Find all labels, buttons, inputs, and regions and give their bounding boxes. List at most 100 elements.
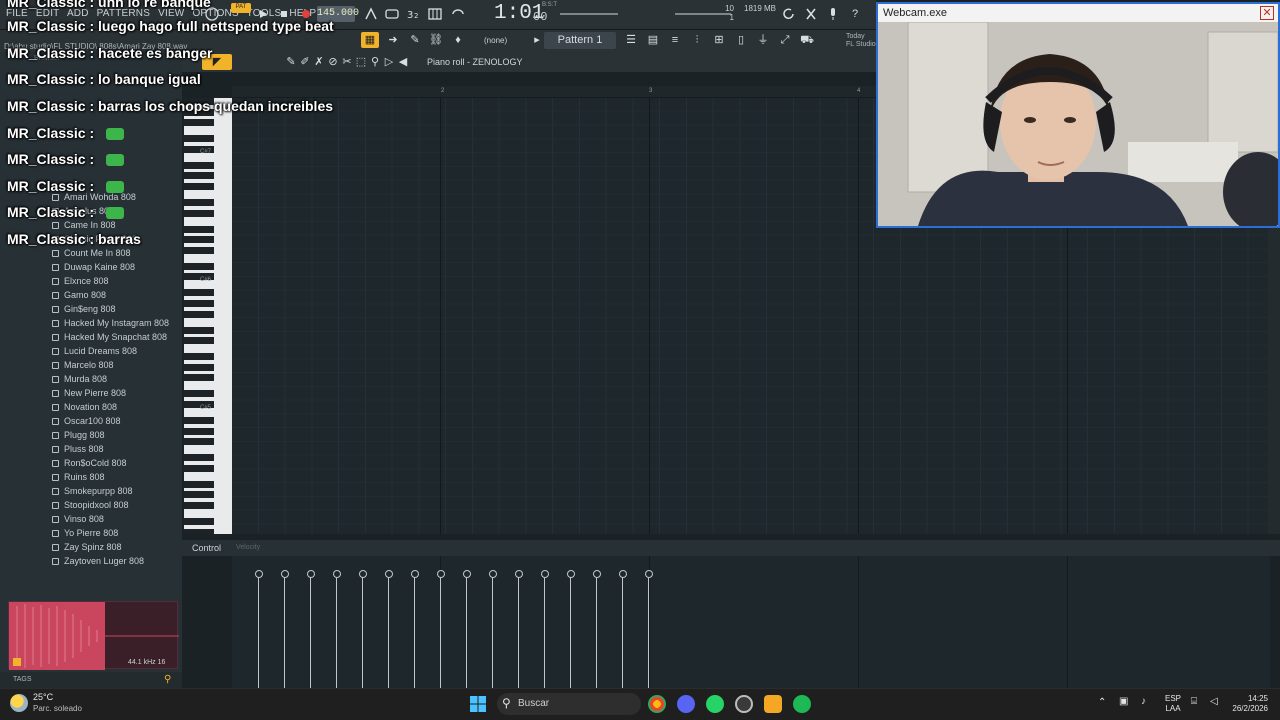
chrome-icon[interactable] <box>648 695 666 713</box>
help-icon[interactable]: ? <box>846 6 864 22</box>
piano-roll-icon[interactable]: ▤ <box>644 32 662 48</box>
black-key[interactable] <box>184 183 214 191</box>
browser-item[interactable]: Zay Spinz 808 <box>0 541 182 555</box>
browser-item[interactable]: Yo Pierre 808 <box>0 527 182 541</box>
webcam-titlebar[interactable]: Webcam.exe ✕ <box>878 4 1278 22</box>
webcam-window[interactable]: Webcam.exe ✕ <box>876 2 1280 228</box>
black-key[interactable] <box>184 438 214 446</box>
microphone-icon[interactable] <box>824 6 842 22</box>
velocity-handle[interactable] <box>307 570 315 688</box>
weather-description[interactable]: Parc. soleado <box>33 704 82 713</box>
control-target-selector[interactable]: Control <box>192 543 221 553</box>
black-key[interactable] <box>184 337 214 345</box>
pattern-selector[interactable]: Pattern 1 <box>544 32 616 49</box>
black-key[interactable] <box>184 236 214 244</box>
browser-item[interactable]: Stoopidxool 808 <box>0 499 182 513</box>
taskbar-clock[interactable]: 14:25 26/2/2026 <box>1228 694 1268 714</box>
browser-item[interactable]: Novation 808 <box>0 401 182 415</box>
browser-item[interactable]: Gin$eng 808 <box>0 303 182 317</box>
velocity-handle[interactable] <box>385 570 393 688</box>
browser-item[interactable]: Ruins 808 <box>0 471 182 485</box>
black-key[interactable] <box>184 374 214 382</box>
browser-item[interactable]: Duwap Kaine 808 <box>0 261 182 275</box>
black-key[interactable] <box>184 172 214 180</box>
velocity-handle[interactable] <box>333 570 341 688</box>
velocity-handle[interactable] <box>567 570 575 688</box>
search-icon[interactable]: ⚲ <box>164 674 171 685</box>
playlist-icon[interactable]: ☰ <box>622 32 640 48</box>
browser-item[interactable]: Smokepurpp 808 <box>0 485 182 499</box>
tray-app-icon[interactable]: ▣ <box>1119 696 1128 707</box>
black-key[interactable] <box>184 135 214 143</box>
volume-icon[interactable]: ◁ <box>1210 696 1218 707</box>
black-key[interactable] <box>184 300 214 308</box>
browser-item[interactable]: Pluss 808 <box>0 443 182 457</box>
obs-icon[interactable] <box>735 695 753 713</box>
discord-icon[interactable] <box>677 695 695 713</box>
browser-item[interactable]: Murda 808 <box>0 373 182 387</box>
browser-item[interactable]: Ron$oCold 808 <box>0 457 182 471</box>
fl-news-panel[interactable]: Today FL Studio <box>846 33 876 49</box>
countdown-icon[interactable]: 32 <box>404 6 422 22</box>
velocity-handle[interactable] <box>281 570 289 688</box>
black-key[interactable] <box>184 161 214 169</box>
browser-item[interactable]: New Pierre 808 <box>0 387 182 401</box>
plugin-icon[interactable] <box>802 6 820 22</box>
velocity-handle[interactable] <box>619 570 627 688</box>
windows-start-icon[interactable] <box>469 695 487 713</box>
browser-icon[interactable]: ⊞ <box>710 32 728 48</box>
pattern-song-toggle[interactable]: PAT <box>231 3 251 13</box>
black-key[interactable] <box>184 464 214 472</box>
black-key[interactable] <box>184 417 214 425</box>
browser-item[interactable]: Gamo 808 <box>0 289 182 303</box>
cart-icon[interactable]: ⛟ <box>798 32 816 48</box>
velocity-handle[interactable] <box>411 570 419 688</box>
browser-item[interactable]: Count Me In 808 <box>0 247 182 261</box>
pencil-icon[interactable]: ✎ <box>406 32 424 48</box>
clipboard-icon[interactable]: ▯ <box>732 32 750 48</box>
close-icon[interactable]: ✕ <box>1260 6 1274 20</box>
taskbar-search-placeholder[interactable]: Buscar <box>518 698 549 709</box>
velocity-handle[interactable] <box>359 570 367 688</box>
browser-item[interactable]: Hacked My Instagram 808 <box>0 317 182 331</box>
velocity-handle[interactable] <box>515 570 523 688</box>
keyboard-language[interactable]: ESP LAA <box>1165 694 1181 714</box>
spotify-icon[interactable] <box>793 695 811 713</box>
stamp-icon[interactable]: ♦ <box>449 32 467 48</box>
mixer-icon[interactable]: ⫶ <box>688 32 706 48</box>
black-key[interactable] <box>184 491 214 499</box>
channel-select-dropdown[interactable]: (none) <box>484 36 507 45</box>
black-key[interactable] <box>184 502 214 510</box>
black-key[interactable] <box>184 480 214 488</box>
tray-overflow-icon[interactable]: ⌃ <box>1098 697 1106 708</box>
browser-item[interactable]: Lucid Dreams 808 <box>0 345 182 359</box>
tags-bar[interactable]: TAGS ⚲ <box>0 672 182 688</box>
master-volume-slider[interactable] <box>560 13 618 15</box>
black-key[interactable] <box>184 390 214 398</box>
black-key[interactable] <box>184 454 214 462</box>
velocity-handle[interactable] <box>541 570 549 688</box>
velocity-handle[interactable] <box>593 570 601 688</box>
weather-icon[interactable] <box>10 694 28 712</box>
browser-item[interactable]: Oscar100 808 <box>0 415 182 429</box>
speaker-icon[interactable]: ◀ <box>394 54 412 70</box>
microphone-tray-icon[interactable]: ♪ <box>1141 696 1146 707</box>
black-key[interactable] <box>184 246 214 254</box>
link-icon[interactable]: ⛓ <box>427 32 445 48</box>
piano-keyboard[interactable] <box>184 98 232 534</box>
step-edit-icon[interactable] <box>426 6 444 22</box>
plug-icon[interactable]: ⏚ <box>754 32 772 48</box>
black-key[interactable] <box>184 225 214 233</box>
black-key[interactable] <box>184 262 214 270</box>
wait-input-icon[interactable] <box>383 6 401 22</box>
velocity-handle[interactable] <box>255 570 263 688</box>
browser-item[interactable]: Marcelo 808 <box>0 359 182 373</box>
master-pitch-slider[interactable] <box>675 13 731 15</box>
browser-item[interactable]: Zaytoven Luger 808 <box>0 555 182 569</box>
snap-icon[interactable]: ▦ <box>361 32 379 48</box>
channel-rack-icon[interactable]: ≡ <box>666 32 684 48</box>
loop-record-icon[interactable] <box>449 6 467 22</box>
browser-item[interactable]: Hacked My Snapchat 808 <box>0 331 182 345</box>
fl-studio-icon[interactable] <box>764 695 782 713</box>
black-key[interactable] <box>184 209 214 217</box>
